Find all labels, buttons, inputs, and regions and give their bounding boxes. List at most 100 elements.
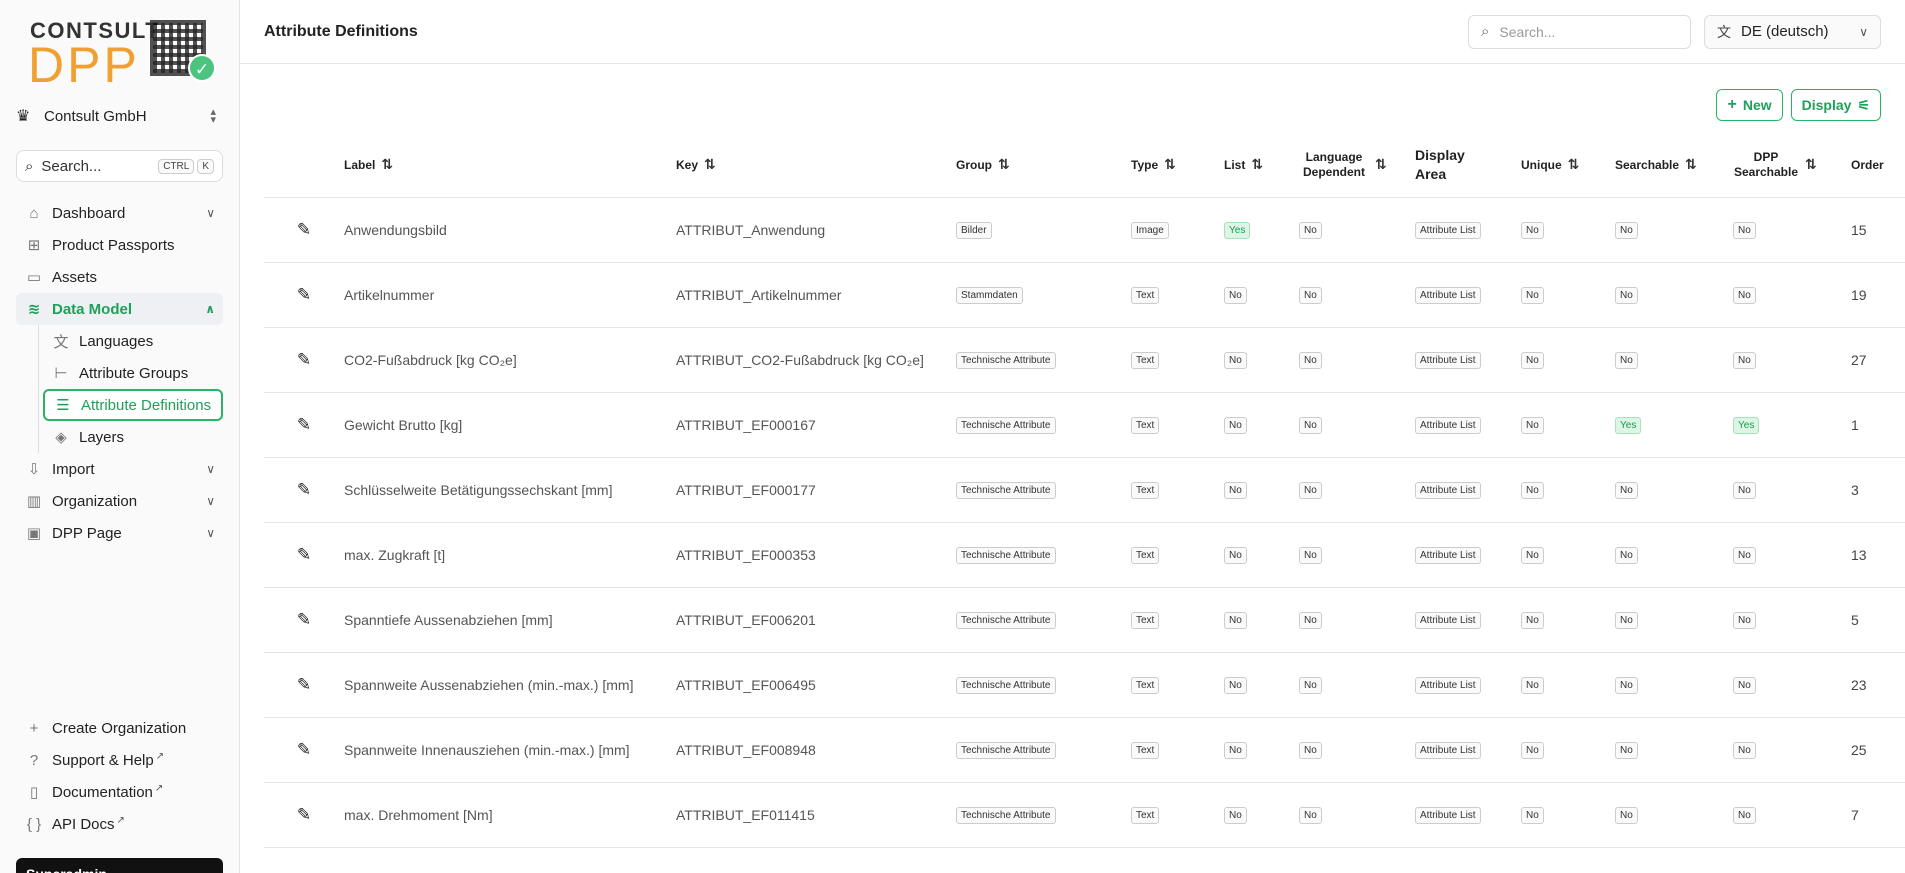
chevron-down-icon: ∨ [1859,24,1868,39]
sidebar-item-languages[interactable]: 文 Languages [43,325,223,357]
cell-key: ATTRIBUT_CO2-Fußabdruck [kg CO₂e] [676,327,956,393]
cell-language-dependent: No [1299,652,1415,718]
table-row[interactable]: ✎ max. Zugkraft [t] ATTRIBUT_EF000353 Techn… [264,522,1905,588]
edit-icon[interactable]: ✎ [297,285,311,304]
logo[interactable]: CONTSULT DPP ✓ [28,16,218,90]
table-row[interactable]: ✎ Spanntiefe Aussenabziehen [mm] ATTRIBUT_… [264,587,1905,653]
table-row[interactable]: ✎ Schlüsselweite Betätigungssechskant [mm… [264,457,1905,523]
header-language-dependent[interactable]: Language Dependent ⇅ [1299,133,1415,198]
documentation-link[interactable]: ▯ Documentation ↗ [16,776,223,808]
cell-group: Stammdaten [956,262,1131,328]
sidebar-item-attribute-definitions[interactable]: ☰ Attribute Definitions [43,389,223,421]
searchable-badge: No [1615,287,1638,304]
search-input[interactable] [1499,23,1670,40]
header-label[interactable]: Label ⇅ [344,133,676,198]
cell-type: Text [1131,587,1224,653]
external-link-icon: ↗ [154,783,164,794]
sidebar-item-organization[interactable]: ▥ Organization ∨ [16,485,223,517]
header-key[interactable]: Key ⇅ [676,133,956,198]
list-badge: No [1224,807,1247,824]
topbar: Attribute Definitions ⌕ 文 DE (deutsch) ∨ [240,0,1905,64]
cell-dpp-searchable: No [1733,587,1851,653]
cell-unique: No [1521,262,1615,328]
sidebar-item-data-model[interactable]: ≋ Data Model ∧ [16,293,223,325]
cell-key: ATTRIBUT_EF000177 [676,457,956,523]
header-search[interactable]: ⌕ [1468,14,1691,49]
sidebar-item-layers[interactable]: ◈ Layers [43,421,223,453]
sidebar-search[interactable]: ⌕ Search... CTRL K [16,150,223,182]
new-button[interactable]: + New [1716,89,1783,121]
table-row[interactable]: ✎ CO2-Fußabdruck [kg CO₂e] ATTRIBUT_CO2-Fu… [264,327,1905,393]
type-badge: Text [1131,417,1160,434]
sidebar-item-attribute-groups[interactable]: ⊢ Attribute Groups [43,357,223,389]
header-list[interactable]: List ⇅ [1224,133,1299,198]
edit-icon[interactable]: ✎ [297,545,311,564]
cell-list: No [1224,652,1299,718]
support-label: Support & Help ↗ [52,751,215,769]
create-organization-label: Create Organization [52,719,187,737]
support-link[interactable]: ? Support & Help ↗ [16,744,223,776]
cell-key: ATTRIBUT_Anwendung [676,197,956,263]
sidebar-item-dpp-page[interactable]: ▣ DPP Page ∨ [16,517,223,549]
edit-icon[interactable]: ✎ [297,415,311,434]
table-row[interactable]: ✎ Anwendungsbild ATTRIBUT_Anwendung Bilder I… [264,197,1905,263]
sidebar-item-product-passports[interactable]: ⊞ Product Passports [16,229,223,261]
table-row[interactable]: ✎ Gewicht Brutto [kg] ATTRIBUT_EF000167 Tec… [264,392,1905,458]
cell-edit: ✎ [264,652,344,718]
table-row[interactable]: ✎ Artikelnummer ATTRIBUT_Artikelnummer Stam… [264,262,1905,328]
sidebar-item-assets[interactable]: ▭ Assets [16,261,223,293]
cell-edit: ✎ [264,197,344,263]
cell-type: Image [1131,197,1224,263]
edit-icon[interactable]: ✎ [297,610,311,629]
display-button[interactable]: Display ⚟ [1790,89,1881,121]
unique-badge: No [1521,222,1544,239]
sidebar-item-import[interactable]: ⇩ Import ∨ [16,453,223,485]
cell-dpp-searchable: No [1733,262,1851,328]
cell-edit: ✎ [264,587,344,653]
header-group[interactable]: Group ⇅ [956,133,1131,198]
cell-display-area: Attribute List [1415,457,1521,523]
organization-switcher[interactable]: ♛ Contsult GmbH ▴ ▾ [16,103,216,129]
header-display-area: Display Area [1415,133,1521,198]
header-unique[interactable]: Unique ⇅ [1521,133,1615,198]
header-type[interactable]: Type ⇅ [1131,133,1224,198]
table-row[interactable]: ✎ max. Drehmoment [Nm] ATTRIBUT_EF011415 Te… [264,782,1905,848]
edit-icon[interactable]: ✎ [297,805,311,824]
sidebar-item-dashboard[interactable]: ⌂ Dashboard ∨ [16,197,223,229]
table-row[interactable]: ✎ Spannweite Innenausziehen (min.-max.) [… [264,717,1905,783]
header-group-text: Group [956,158,992,173]
language-select[interactable]: 文 DE (deutsch) ∨ [1704,14,1881,49]
cell-label: Anwendungsbild [344,197,676,263]
sort-icon: ⇅ [1685,156,1697,173]
edit-icon[interactable]: ✎ [297,740,311,759]
header-order[interactable]: Order [1851,133,1905,198]
type-badge: Text [1131,352,1160,369]
api-docs-link[interactable]: { } API Docs ↗ [16,808,223,840]
create-organization-link[interactable]: + Create Organization [16,712,223,744]
cell-language-dependent: No [1299,262,1415,328]
header-dpp-searchable[interactable]: DPP Searchable ⇅ [1733,133,1851,198]
edit-icon[interactable]: ✎ [297,480,311,499]
cell-list: No [1224,587,1299,653]
list-badge: No [1224,612,1247,629]
table-row[interactable]: ✎ Spannweite Aussenabziehen (min.-max.) [… [264,652,1905,718]
edit-icon[interactable]: ✎ [297,220,311,239]
cell-display-area: Attribute List [1415,717,1521,783]
edit-icon[interactable]: ✎ [297,350,311,369]
cell-list: Yes [1224,197,1299,263]
sort-icon: ⇅ [1805,156,1817,173]
cell-dpp-searchable: No [1733,457,1851,523]
table-body: ✎ Anwendungsbild ATTRIBUT_Anwendung Bilder I… [264,197,1905,848]
language-dependent-badge: No [1299,482,1322,499]
header-searchable[interactable]: Searchable ⇅ [1615,133,1733,198]
cell-edit: ✎ [264,522,344,588]
display-area-badge: Attribute List [1415,482,1481,499]
cell-unique: No [1521,197,1615,263]
searchable-badge: No [1615,482,1638,499]
superadmin-badge[interactable]: Superadmin [16,858,223,873]
edit-icon[interactable]: ✎ [297,675,311,694]
cell-display-area: Attribute List [1415,587,1521,653]
header-dpp-searchable-text: DPP Searchable [1733,149,1799,179]
cell-type: Text [1131,262,1224,328]
display-area-badge: Attribute List [1415,807,1481,824]
